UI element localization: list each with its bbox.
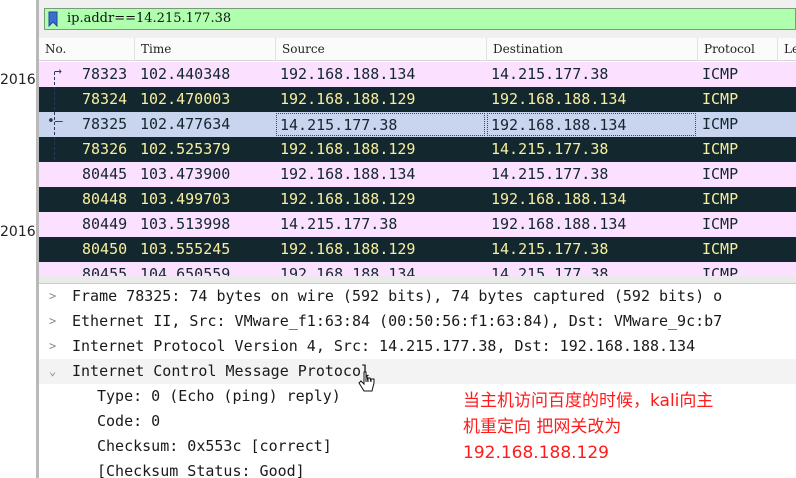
request-arrow-icon: →	[54, 64, 62, 79]
packet-row[interactable]: 78325 102.477634 14.215.177.38 192.168.188.…	[39, 112, 796, 137]
cell-time: 102.525379	[140, 140, 231, 158]
column-header-destination[interactable]: Destination	[487, 38, 698, 61]
detail-text: Ethernet II, Src: VMware_f1:63:84 (00:50…	[72, 312, 723, 330]
packet-row[interactable]: 80449 103.513998 14.215.177.38 192.168.188.…	[39, 212, 796, 237]
field-text: Checksum: 0x553c [correct]	[97, 437, 332, 455]
cell-protocol: ICMP	[702, 265, 739, 276]
packet-row[interactable]: 80448 103.499703 192.168.188.129 192.168.18…	[39, 187, 796, 212]
cell-no: 80448	[82, 190, 128, 208]
cell-no: 80445	[82, 165, 128, 183]
annotation-line: 机重定向 把网关改为	[463, 417, 622, 437]
cell-time: 103.555245	[140, 240, 231, 258]
collapse-arrow-icon[interactable]: ⌄	[49, 359, 61, 384]
cell-protocol: ICMP	[702, 240, 739, 258]
packet-details-pane: > Frame 78325: 74 bytes on wire (592 bit…	[39, 284, 796, 478]
cell-source: 192.168.188.129	[280, 190, 416, 208]
cell-source: 192.168.188.129	[280, 240, 416, 258]
year-label: 2016	[0, 72, 36, 88]
annotation-line: 192.168.188.129	[463, 443, 610, 463]
cell-no: 80450	[82, 240, 128, 258]
cell-protocol: ICMP	[702, 115, 739, 133]
cell-destination: 192.168.188.134	[487, 113, 696, 136]
cell-destination: 192.168.188.134	[491, 90, 627, 108]
packet-row[interactable]: 78323 102.440348 192.168.188.134 14.215.177…	[39, 62, 796, 87]
cell-time: 103.513998	[140, 215, 231, 233]
background-window-strip: 2016 2016	[0, 0, 38, 478]
field-text: Code: 0	[97, 412, 161, 430]
annotation-line: 当主机访问百度的时候，kali向主	[463, 391, 714, 411]
cell-protocol: ICMP	[702, 65, 739, 83]
cell-no: 78326	[82, 140, 128, 158]
field-text: Type: 0 (Echo (ping) reply)	[97, 387, 341, 405]
detail-ipv4[interactable]: > Internet Protocol Version 4, Src: 14.2…	[39, 334, 796, 359]
cell-no: 80455	[82, 265, 128, 276]
cell-source: 14.215.177.38	[280, 215, 398, 233]
cell-time: 102.440348	[140, 65, 231, 83]
cell-time: 102.470003	[140, 90, 231, 108]
detail-ethernet[interactable]: > Ethernet II, Src: VMware_f1:63:84 (00:…	[39, 309, 796, 334]
cell-destination: 14.215.177.38	[491, 240, 609, 258]
cell-source: 192.168.188.134	[280, 65, 416, 83]
cell-time: 102.477634	[140, 115, 231, 133]
cell-source: 192.168.188.129	[280, 140, 416, 158]
packet-row[interactable]: 80455 104.650559 192.168.188.134 14.215.177…	[39, 262, 796, 276]
column-header-time[interactable]: Time	[135, 38, 276, 61]
column-header-protocol[interactable]: Protocol	[698, 38, 778, 61]
column-header-length[interactable]: Le	[778, 38, 796, 61]
column-header-source[interactable]: Source	[276, 38, 487, 61]
packet-list-pane: No. Time Source Destination Protocol Le …	[39, 38, 796, 276]
detail-icmp[interactable]: ⌄ Internet Control Message Protocol	[39, 359, 796, 384]
detail-text: Internet Control Message Protocol	[72, 362, 371, 380]
detail-text: Internet Protocol Version 4, Src: 14.215…	[72, 337, 696, 355]
cell-no: 78323	[82, 65, 128, 83]
mouse-cursor-icon	[358, 371, 375, 392]
cell-destination: 14.215.177.38	[491, 165, 609, 183]
expand-arrow-icon[interactable]: >	[49, 334, 61, 359]
annotation-note: 当主机访问百度的时候，kali向主 机重定向 把网关改为 192.168.188…	[463, 388, 763, 466]
cell-time: 103.473900	[140, 165, 231, 183]
cell-destination: 14.215.177.38	[491, 140, 609, 158]
cell-protocol: ICMP	[702, 215, 739, 233]
cell-source: 192.168.188.129	[280, 90, 416, 108]
packet-row[interactable]: 80445 103.473900 192.168.188.134 14.215.177…	[39, 162, 796, 187]
filter-expression: ip.addr==14.215.177.38	[67, 11, 232, 26]
expand-arrow-icon[interactable]: >	[49, 309, 61, 334]
detail-frame[interactable]: > Frame 78325: 74 bytes on wire (592 bit…	[39, 284, 796, 309]
packet-row[interactable]: 80450 103.555245 192.168.188.129 14.215.177…	[39, 237, 796, 262]
packet-list-header: No. Time Source Destination Protocol Le	[39, 38, 796, 61]
expand-arrow-icon[interactable]: >	[49, 284, 61, 309]
cell-protocol: ICMP	[702, 165, 739, 183]
cell-destination: 14.215.177.38	[491, 265, 609, 276]
reply-marker-icon: •–	[47, 114, 63, 129]
year-label: 2016	[0, 224, 36, 240]
cell-source: 14.215.177.38	[276, 113, 485, 136]
cell-no: 80449	[82, 215, 128, 233]
cell-no: 78325	[82, 115, 128, 133]
detail-text: Frame 78325: 74 bytes on wire (592 bits)…	[72, 287, 723, 305]
cell-protocol: ICMP	[702, 140, 739, 158]
packet-row[interactable]: 78324 102.470003 192.168.188.129 192.168.18…	[39, 87, 796, 112]
wireshark-window: ip.addr==14.215.177.38 No. Time Source D…	[39, 0, 796, 478]
cell-time: 103.499703	[140, 190, 231, 208]
cell-source: 192.168.188.134	[280, 265, 416, 276]
pane-splitter[interactable]	[39, 276, 796, 284]
field-text: [Checksum Status: Good]	[97, 462, 305, 478]
cell-protocol: ICMP	[702, 190, 739, 208]
cell-destination: 14.215.177.38	[491, 65, 609, 83]
cell-no: 78324	[82, 90, 128, 108]
cell-protocol: ICMP	[702, 90, 739, 108]
cell-source: 192.168.188.134	[280, 165, 416, 183]
cell-time: 104.650559	[140, 265, 231, 276]
bookmark-icon[interactable]	[48, 11, 58, 27]
display-filter-toolbar: ip.addr==14.215.177.38	[39, 0, 796, 38]
display-filter-input[interactable]: ip.addr==14.215.177.38	[44, 8, 796, 30]
column-header-no[interactable]: No.	[39, 38, 135, 61]
cell-destination: 192.168.188.134	[491, 215, 627, 233]
cell-destination: 192.168.188.134	[491, 190, 627, 208]
packet-row[interactable]: 78326 102.525379 192.168.188.129 14.215.177…	[39, 137, 796, 162]
